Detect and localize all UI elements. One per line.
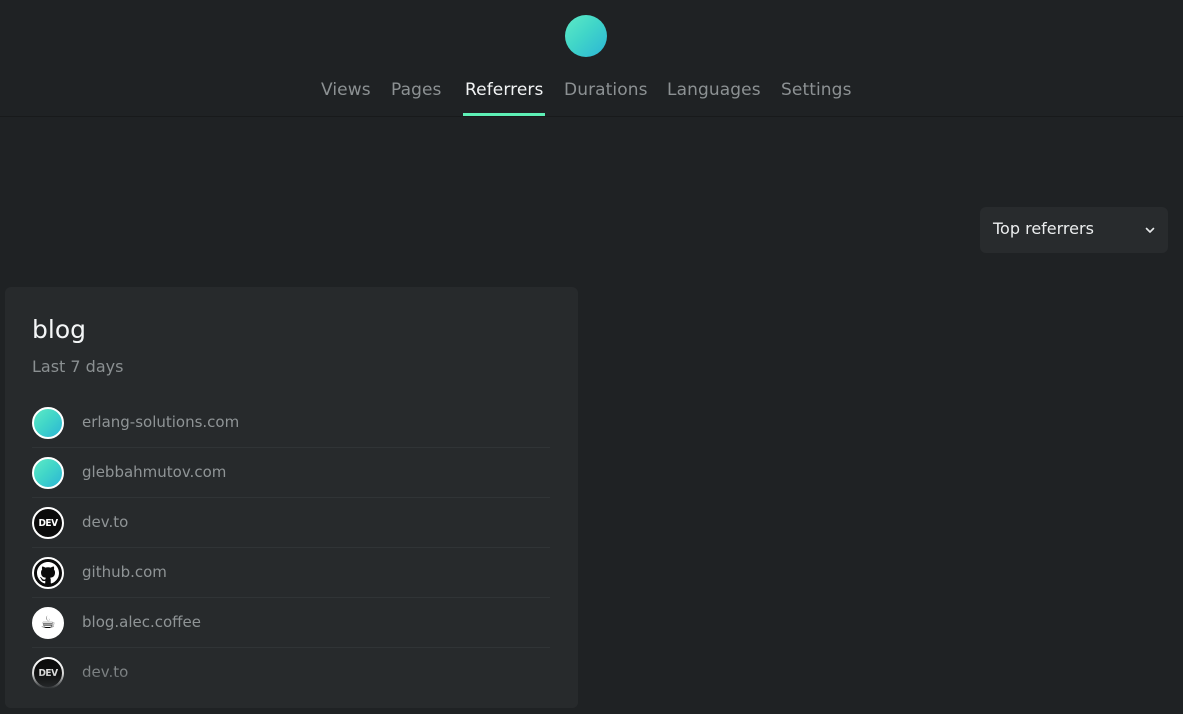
coffee-icon: ☕ [32,607,64,639]
referrer-filter-select[interactable]: Top referrers [980,207,1168,253]
referrer-domain: glebbahmutov.com [82,463,227,481]
nav-tabs: Views Pages Referrers Durations Language… [0,78,1183,116]
tab-durations[interactable]: Durations [564,78,648,116]
tab-languages[interactable]: Languages [667,78,761,116]
referrer-row[interactable]: github.com [32,548,550,598]
app-logo-icon[interactable] [565,15,607,57]
tab-views[interactable]: Views [321,78,371,116]
gradient-circle-icon [32,407,64,439]
referrer-domain: blog.alec.coffee [82,613,201,631]
referrer-row[interactable]: DEV dev.to [32,648,550,697]
date-range-label: Last 7 days [32,357,124,376]
dev-logo-icon: DEV [32,507,64,539]
referrer-row[interactable]: erlang-solutions.com [32,398,550,448]
chevron-down-icon [1145,227,1155,233]
referrer-domain: dev.to [82,663,129,681]
header: Views Pages Referrers Durations Language… [0,0,1183,117]
referrer-row[interactable]: ☕ blog.alec.coffee [32,598,550,648]
gradient-circle-icon [32,457,64,489]
github-icon [32,557,64,589]
referrer-row[interactable]: glebbahmutov.com [32,448,550,498]
referrer-domain: dev.to [82,513,129,531]
tab-referrers[interactable]: Referrers [462,78,546,116]
referrer-domain: github.com [82,563,167,581]
site-card: blog Last 7 days erlang-solutions.com gl… [5,287,578,708]
tab-settings[interactable]: Settings [781,78,852,116]
dev-logo-icon: DEV [32,657,64,689]
referrer-filter-value: Top referrers [993,219,1094,238]
referrer-domain: erlang-solutions.com [82,413,240,431]
referrer-list: erlang-solutions.com glebbahmutov.com DE… [32,398,550,697]
referrer-row[interactable]: DEV dev.to [32,498,550,548]
tab-pages[interactable]: Pages [391,78,442,116]
site-title: blog [32,315,86,344]
